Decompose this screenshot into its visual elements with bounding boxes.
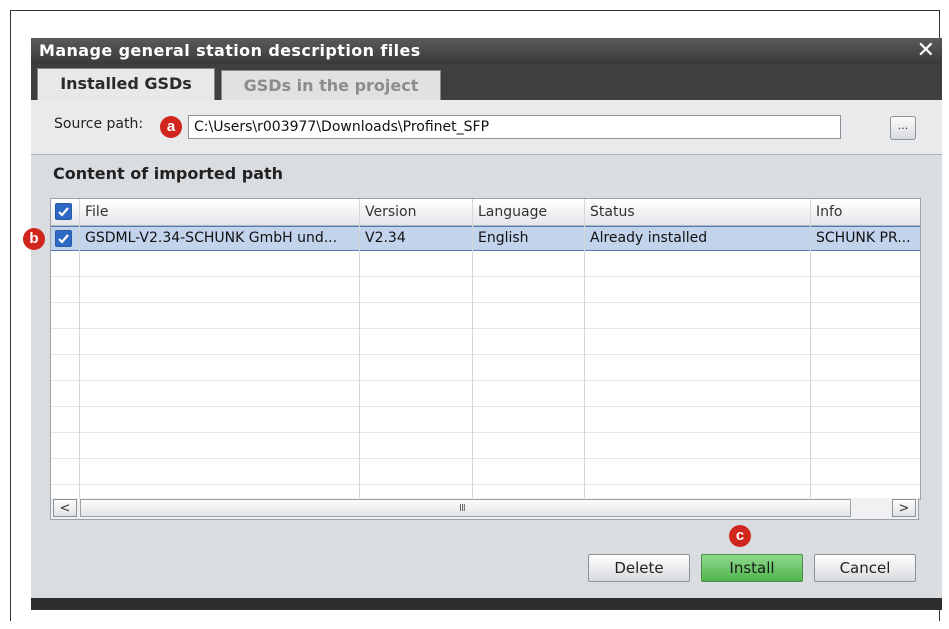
source-path-label: Source path:: [54, 116, 144, 132]
column-header-language[interactable]: Language: [478, 199, 547, 225]
row-checkbox[interactable]: [55, 230, 72, 247]
cell-info: SCHUNK PR...: [816, 230, 911, 246]
empty-row: [51, 251, 920, 277]
annotation-marker-b: b: [23, 228, 45, 250]
empty-row: [51, 407, 920, 433]
empty-row: [51, 459, 920, 485]
browse-button[interactable]: ...: [890, 116, 916, 140]
annotation-marker-c: c: [729, 525, 751, 547]
gsd-dialog: Manage general station description files…: [23, 38, 942, 610]
close-icon[interactable]: ✕: [914, 40, 938, 62]
chevron-right-icon[interactable]: >: [892, 499, 916, 517]
annotation-marker-a: a: [160, 116, 182, 138]
column-header-info[interactable]: Info: [816, 199, 843, 225]
column-header-status[interactable]: Status: [590, 199, 635, 225]
column-separator: [79, 199, 80, 499]
cell-file: GSDML-V2.34-SCHUNK GmbH und...: [85, 230, 338, 246]
cell-language: English: [478, 230, 529, 246]
cancel-button[interactable]: Cancel: [814, 554, 916, 582]
empty-row: [51, 433, 920, 459]
empty-row: [51, 303, 920, 329]
empty-row: [51, 277, 920, 303]
chevron-left-icon[interactable]: <: [53, 499, 77, 517]
dialog-bottom-bar: [31, 598, 942, 610]
button-panel: [31, 520, 942, 610]
tab-installed-gsds[interactable]: Installed GSDs: [37, 68, 215, 100]
select-all-checkbox[interactable]: [55, 203, 72, 220]
column-separator: [810, 199, 811, 499]
empty-row: [51, 355, 920, 381]
cell-version: V2.34: [365, 230, 406, 246]
source-path-input[interactable]: C:\Users\r003977\Downloads\Profinet_SFP: [188, 115, 841, 139]
column-separator: [472, 199, 473, 499]
column-separator: [584, 199, 585, 499]
cell-status: Already installed: [590, 230, 708, 246]
dialog-title: Manage general station description files: [39, 41, 421, 60]
column-header-file[interactable]: File: [85, 199, 108, 225]
empty-row: [51, 329, 920, 355]
source-panel: Source path: a C:\Users\r003977\Download…: [31, 100, 942, 155]
horizontal-scrollbar[interactable]: < III >: [50, 498, 919, 520]
gsd-table: File Version Language Status Info GSDML-…: [50, 198, 921, 500]
tab-gsds-in-project[interactable]: GSDs in the project: [221, 70, 441, 100]
install-button[interactable]: Install: [701, 554, 803, 582]
column-header-version[interactable]: Version: [365, 199, 416, 225]
tab-strip: Installed GSDs GSDs in the project: [31, 64, 942, 100]
delete-button[interactable]: Delete: [588, 554, 690, 582]
empty-row: [51, 381, 920, 407]
content-heading: Content of imported path: [53, 164, 284, 183]
column-separator: [359, 199, 360, 499]
scroll-grip: III: [459, 503, 466, 514]
dialog-titlebar: Manage general station description files…: [31, 38, 942, 64]
scroll-thumb[interactable]: III: [80, 499, 851, 517]
